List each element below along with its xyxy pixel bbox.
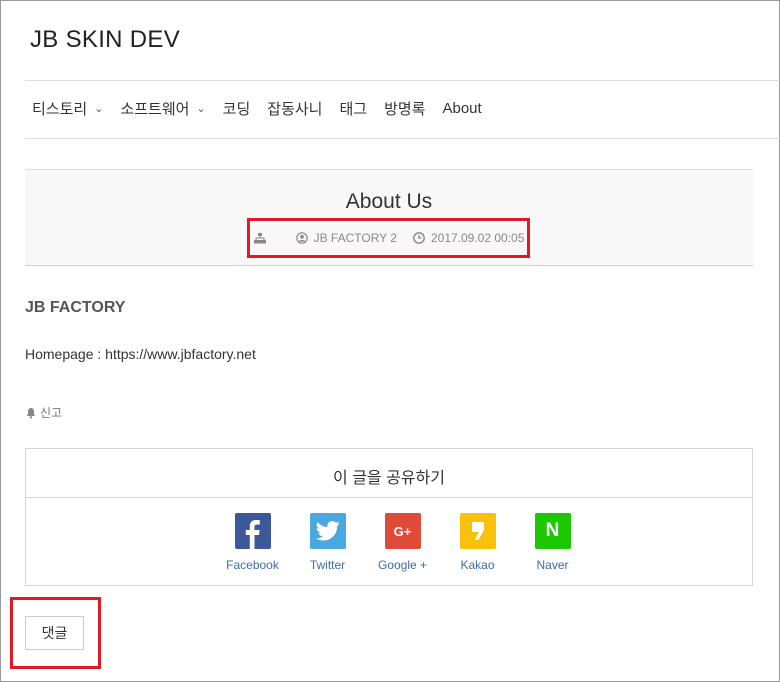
google-plus-icon: G+ bbox=[384, 513, 421, 549]
share-box: 이 글을 공유하기 Facebook Twitter G+ Google + K… bbox=[25, 448, 753, 586]
nav-item-label: 태그 bbox=[339, 101, 368, 118]
share-divider bbox=[26, 497, 752, 498]
nav-item-tags[interactable]: 태그 bbox=[339, 98, 367, 119]
nav-item-software[interactable]: 소프트웨어 ⌄ bbox=[120, 98, 205, 119]
chevron-down-icon: ⌄ bbox=[94, 103, 104, 115]
share-facebook-button[interactable]: Facebook bbox=[215, 513, 290, 572]
nav-divider bbox=[25, 138, 780, 139]
facebook-icon bbox=[234, 513, 271, 549]
main-nav: 티스토리 ⌄ 소프트웨어 ⌄ 코딩 잡동사니 태그 방명록 About bbox=[32, 98, 499, 119]
share-google-plus-label: Google + bbox=[377, 558, 428, 572]
nav-item-coding[interactable]: 코딩 bbox=[223, 98, 251, 119]
nav-item-label: About bbox=[442, 100, 482, 117]
share-kakao-label: Kakao bbox=[460, 558, 495, 572]
nav-item-label: 방명록 bbox=[384, 101, 426, 118]
nav-item-misc[interactable]: 잡동사니 bbox=[267, 98, 322, 119]
naver-icon: N bbox=[534, 513, 571, 549]
share-naver-label: Naver bbox=[536, 558, 569, 572]
share-google-plus-button[interactable]: G+ Google + bbox=[365, 513, 440, 572]
nav-item-label: 티스토리 bbox=[32, 101, 88, 118]
highlight-box-comments bbox=[10, 597, 101, 669]
site-title[interactable]: JB SKIN DEV bbox=[30, 26, 180, 54]
nav-item-about[interactable]: About bbox=[442, 100, 481, 117]
nav-item-label: 코딩 bbox=[222, 101, 251, 118]
share-naver-button[interactable]: N Naver bbox=[515, 513, 590, 572]
share-twitter-button[interactable]: Twitter bbox=[290, 513, 365, 572]
highlight-box-meta bbox=[247, 218, 530, 258]
share-title: 이 글을 공유하기 bbox=[333, 470, 445, 487]
bell-icon bbox=[26, 407, 36, 419]
content-heading: JB FACTORY bbox=[25, 299, 126, 316]
nav-item-label: 잡동사니 bbox=[267, 101, 323, 118]
share-buttons: Facebook Twitter G+ Google + Kakao N Nav… bbox=[215, 513, 590, 572]
share-kakao-button[interactable]: Kakao bbox=[440, 513, 515, 572]
post-title: About Us bbox=[345, 190, 433, 213]
twitter-icon bbox=[309, 513, 346, 549]
kakao-icon bbox=[459, 513, 496, 549]
homepage-text[interactable]: Homepage : https://www.jbfactory.net bbox=[25, 346, 256, 362]
share-twitter-label: Twitter bbox=[309, 558, 346, 572]
report-label: 신고 bbox=[40, 406, 63, 420]
share-facebook-label: Facebook bbox=[226, 558, 279, 572]
report-link[interactable]: 신고 bbox=[25, 404, 62, 421]
nav-item-guestbook[interactable]: 방명록 bbox=[384, 98, 425, 119]
header-divider bbox=[25, 80, 780, 81]
chevron-down-icon: ⌄ bbox=[196, 103, 206, 115]
nav-item-label: 소프트웨어 bbox=[120, 101, 190, 118]
nav-item-tistory[interactable]: 티스토리 ⌄ bbox=[32, 98, 103, 119]
